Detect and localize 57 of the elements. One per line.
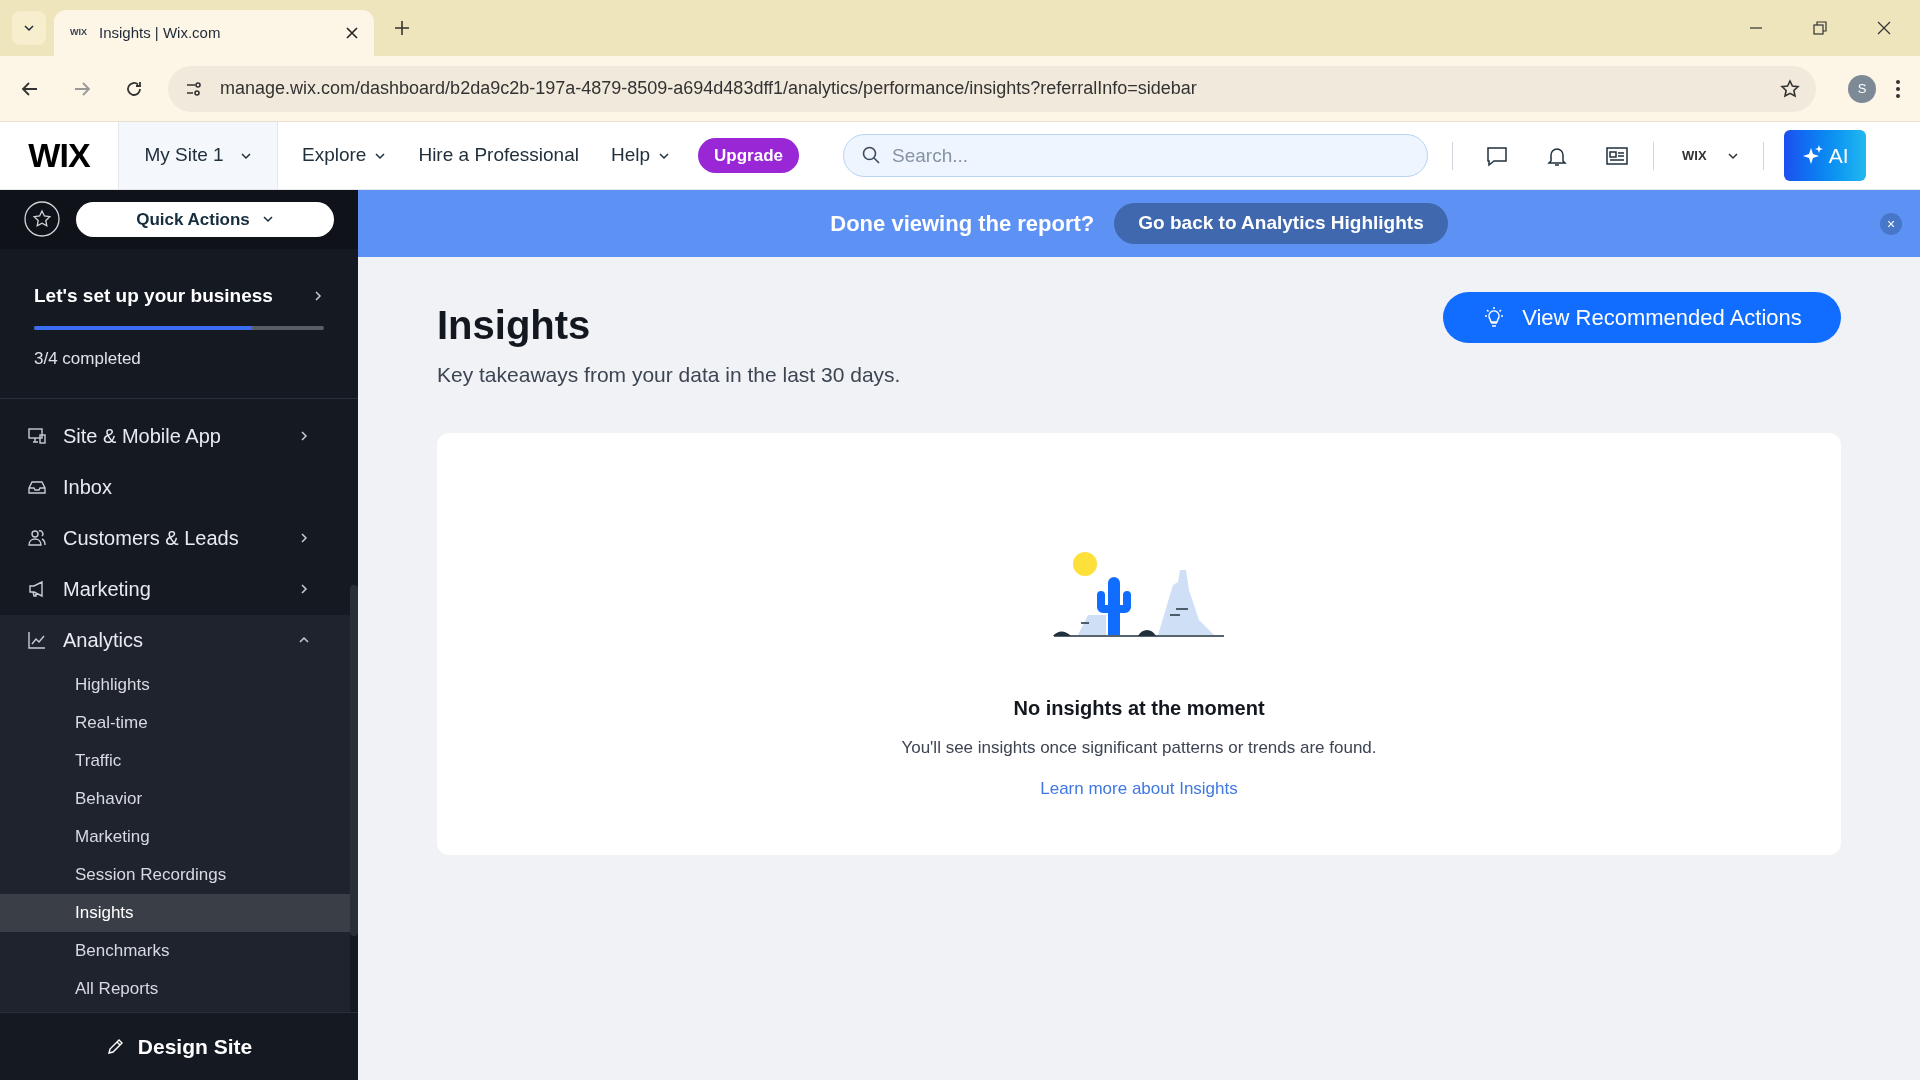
caret-icon [298,430,310,443]
new-tab-icon[interactable] [394,20,410,36]
bookmark-star-icon[interactable] [1780,78,1800,99]
caret-icon [298,532,310,545]
scrollbar[interactable] [350,584,358,936]
caret-icon [312,289,324,302]
empty-state-text: You'll see insights once significant patterns or trends are found. [901,736,1377,759]
page-title: Insights [437,302,592,349]
design-site-button[interactable]: Design Site [105,1030,253,1063]
restore-icon[interactable] [1812,20,1828,36]
address-bar[interactable]: manage.wix.com/dashboard/b2da9c2b-197a-4879-8509-a694d483dff1/analytics/performance/insights?referralInfo=sidebar [168,65,1816,112]
sidebar-subitem[interactable]: Benchmarks [0,931,350,970]
caret-icon [23,22,35,34]
close-button[interactable]: × [1880,212,1902,235]
site-selector[interactable]: My Site 1 [118,122,278,189]
close-icon[interactable] [346,27,358,39]
go-back-button[interactable]: Go back to Analytics Highlights [1114,203,1448,244]
nav-menu[interactable]: Hire a Professional [406,141,591,170]
upgrade-button[interactable]: Upgrade [698,138,799,173]
sidebar-subitem[interactable]: Marketing [0,817,350,856]
account-menu[interactable]: WIX [1682,145,1739,166]
sidebar-item[interactable]: Customers & Leads [0,512,350,564]
sidebar-subitem[interactable]: Highlights [0,665,350,704]
sidebar-item[interactable]: Analytics [0,614,350,666]
sidebar-subitem[interactable]: All Reports [0,969,350,1008]
learn-more-link[interactable]: Learn more about Insights [1040,776,1238,802]
browser-tab[interactable]: WIX Insights | Wix.com [54,10,374,56]
search-icon [861,145,881,165]
caret-icon [298,583,310,596]
menu-icon[interactable] [1896,78,1900,99]
banner-text: Done viewing the report? [830,210,1095,238]
nav-menu[interactable]: Help [598,141,683,170]
view-recommended-actions-button[interactable]: View Recommended Actions [1443,292,1841,343]
setup-title[interactable]: Let's set up your business [34,281,312,311]
quick-actions-button[interactable]: Quick Actions [76,201,334,237]
favicon: WIX [70,26,87,40]
sidebar-item[interactable]: Marketing [0,563,350,615]
sidebar-item[interactable]: Inbox [0,461,350,513]
people-icon [27,528,47,549]
profile-avatar[interactable]: S [1848,74,1876,103]
devices-icon [27,426,47,447]
nav-menu[interactable]: Explore [290,141,399,170]
tab-title: Insights | Wix.com [99,22,222,43]
progress-text: 3/4 completed [34,348,142,371]
sidebar-subitem[interactable]: Real-time [0,703,350,742]
page-subtitle: Key takeaways from your data in the last 30 days. [437,362,902,388]
wix-logo[interactable]: WIX [0,130,118,181]
sidebar-subitem[interactable]: Session Recordings [0,855,350,894]
url-text: manage.wix.com/dashboard/b2da9c2b-197a-4879-8509-a694d483dff1/analytics/performance/insights?referralInfo=sidebar [220,77,1198,100]
sidebar-subitem[interactable]: Traffic [0,741,350,780]
search-field[interactable]: Search... [843,134,1428,177]
sidebar-subitem[interactable]: Behavior [0,779,350,818]
empty-state-title: No insights at the moment [1013,695,1265,721]
line-chart-icon [27,630,47,651]
sidebar-item[interactable]: Site & Mobile App [0,410,350,462]
sidebar-subitem[interactable]: Insights [0,893,350,932]
close-icon[interactable] [1876,20,1892,36]
